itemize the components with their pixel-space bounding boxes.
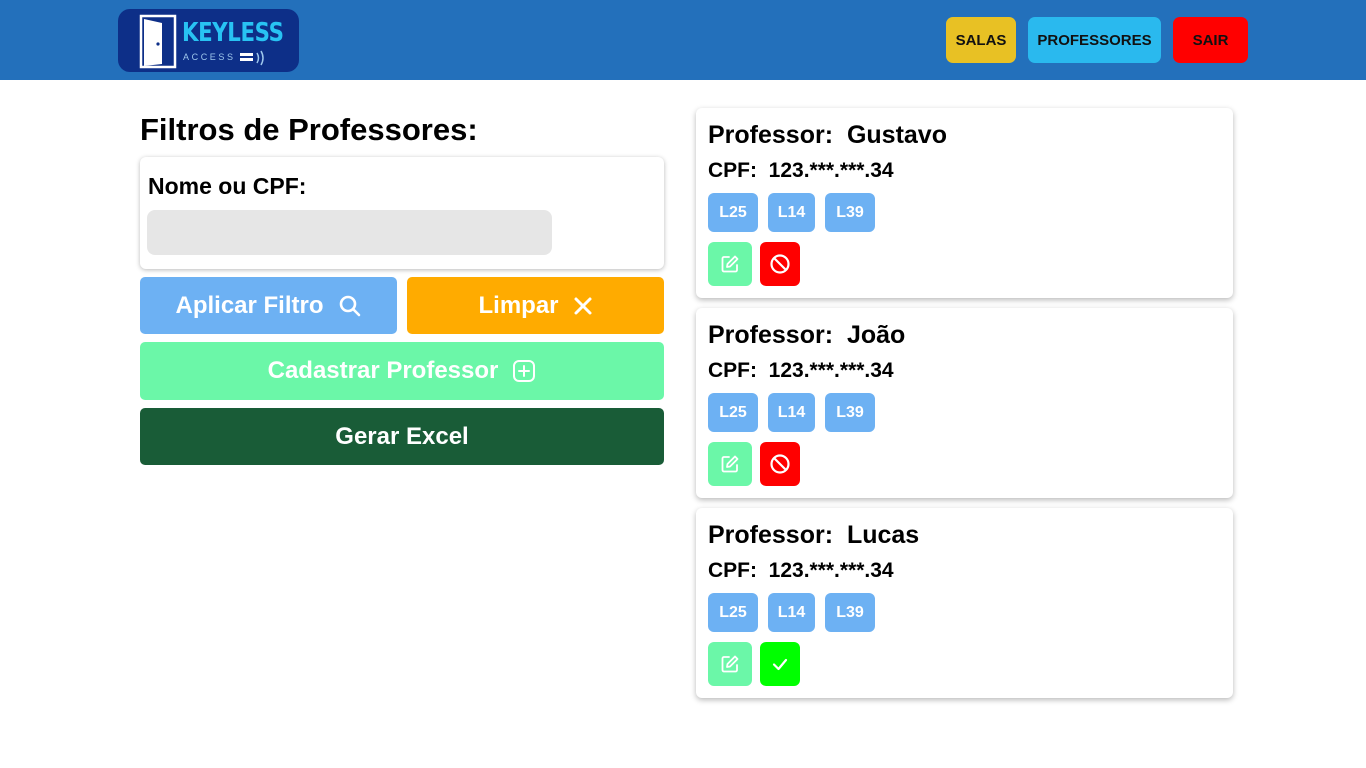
- professor-name-row: Professor: Lucas: [708, 520, 919, 550]
- cpf-value: 123.***.***.34: [768, 159, 894, 182]
- professor-name-label: Professor:: [708, 121, 834, 149]
- generate-excel-button[interactable]: Gerar Excel: [140, 408, 664, 465]
- professor-name: João: [846, 321, 906, 349]
- clear-filter-label: Limpar: [478, 291, 559, 319]
- room-badge[interactable]: L39: [825, 593, 875, 632]
- register-professor-button[interactable]: Cadastrar Professor: [140, 342, 664, 400]
- door-icon: [139, 14, 177, 69]
- room-badge[interactable]: L14: [768, 593, 815, 632]
- professor-name-row: Professor: Gustavo: [708, 120, 947, 150]
- generate-excel-label: Gerar Excel: [335, 422, 469, 450]
- room-badge[interactable]: L39: [825, 193, 875, 232]
- edit-button[interactable]: [708, 642, 752, 686]
- nfc-card-icon: [240, 50, 264, 66]
- nav-salas-button[interactable]: SALAS: [946, 17, 1016, 63]
- edit-icon: [721, 455, 739, 473]
- close-icon: [573, 296, 593, 316]
- professor-name-label: Professor:: [708, 521, 834, 549]
- name-cpf-input[interactable]: [147, 210, 552, 255]
- block-button[interactable]: [760, 442, 800, 486]
- professor-card: Professor: Gustavo CPF: 123.***.***.34 L…: [696, 108, 1233, 298]
- search-icon: [338, 294, 362, 318]
- cpf-label: CPF:: [708, 359, 757, 382]
- room-badge[interactable]: L25: [708, 593, 758, 632]
- logo-brand-text: KEYLESS: [182, 18, 284, 48]
- professor-card: Professor: Lucas CPF: 123.***.***.34 L25…: [696, 508, 1233, 698]
- room-badge[interactable]: L25: [708, 193, 758, 232]
- cpf-label: CPF:: [708, 159, 757, 182]
- professor-name-row: Professor: João: [708, 320, 905, 350]
- plus-square-icon: [512, 359, 536, 383]
- block-icon: [770, 254, 790, 274]
- edit-button[interactable]: [708, 442, 752, 486]
- room-badge[interactable]: L39: [825, 393, 875, 432]
- edit-icon: [721, 655, 739, 673]
- keyless-logo[interactable]: KEYLESS ACCESS: [118, 9, 299, 72]
- clear-filter-button[interactable]: Limpar: [407, 277, 664, 334]
- filters-title: Filtros de Professores:: [140, 112, 478, 147]
- check-icon: [772, 658, 788, 671]
- edit-button[interactable]: [708, 242, 752, 286]
- edit-icon: [721, 255, 739, 273]
- block-icon: [770, 454, 790, 474]
- professor-cpf-row: CPF: 123.***.***.34: [708, 158, 894, 184]
- register-professor-label: Cadastrar Professor: [267, 357, 499, 384]
- activate-button[interactable]: [760, 642, 800, 686]
- nav-professores-button[interactable]: PROFESSORES: [1028, 17, 1161, 63]
- professor-cpf-row: CPF: 123.***.***.34: [708, 358, 894, 384]
- apply-filter-button[interactable]: Aplicar Filtro: [140, 277, 397, 334]
- professor-cpf-row: CPF: 123.***.***.34: [708, 558, 894, 584]
- block-button[interactable]: [760, 242, 800, 286]
- room-badge[interactable]: L14: [768, 193, 815, 232]
- cpf-label: CPF:: [708, 559, 757, 582]
- room-badge[interactable]: L14: [768, 393, 815, 432]
- filter-card: Nome ou CPF:: [140, 157, 664, 269]
- logo-sub-text: ACCESS: [183, 52, 236, 62]
- name-cpf-label: Nome ou CPF:: [148, 173, 307, 199]
- room-badge[interactable]: L25: [708, 393, 758, 432]
- apply-filter-label: Aplicar Filtro: [175, 291, 324, 319]
- nav-sair-button[interactable]: SAIR: [1173, 17, 1248, 63]
- cpf-value: 123.***.***.34: [768, 359, 894, 382]
- professor-card: Professor: João CPF: 123.***.***.34 L25 …: [696, 308, 1233, 498]
- professor-name-label: Professor:: [708, 321, 834, 349]
- top-header: KEYLESS ACCESS SALAS PROFESSORES SAIR: [0, 0, 1366, 80]
- professor-name: Lucas: [846, 521, 920, 549]
- professor-name: Gustavo: [846, 121, 947, 149]
- cpf-value: 123.***.***.34: [768, 559, 894, 582]
